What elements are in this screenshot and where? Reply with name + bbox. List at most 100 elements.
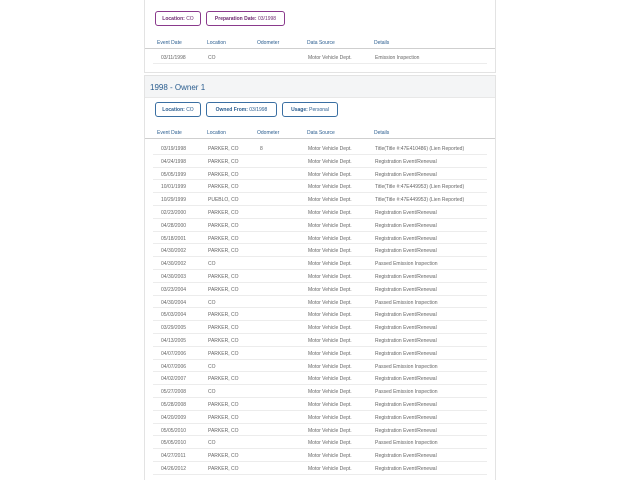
event-details: Passed Emission Inspection: [375, 261, 438, 268]
event-date: 04/20/2009: [161, 414, 187, 421]
event-details: Registration Event/Renewal: [375, 286, 437, 293]
event-date: 03/11/1998: [161, 55, 186, 61]
event-details: Registration Event/Renewal: [375, 222, 437, 229]
event-data-source: Motor Vehicle Dept.: [308, 286, 352, 293]
event-data-source: Motor Vehicle Dept.: [308, 248, 352, 255]
event-date: 04/28/2000: [161, 222, 187, 229]
event-location: PARKER, CO: [208, 248, 239, 255]
column-details[interactable]: Details: [374, 130, 389, 136]
event-data-source: Motor Vehicle Dept.: [308, 222, 352, 229]
event-data-source: Motor Vehicle Dept.: [308, 427, 352, 434]
table-row: 04/26/2012 PARKER, CO Motor Vehicle Dept. R…: [153, 462, 487, 475]
table-row: 04/28/2000 PARKER, CO Motor Vehicle Dept. R…: [153, 219, 487, 232]
chip-label: Location:: [162, 15, 185, 22]
table-row: 05/27/2008 CO Motor Vehicle Dept. Passed Em…: [153, 385, 487, 398]
event-data-source: Motor Vehicle Dept.: [308, 338, 352, 344]
event-location: PARKER, CO: [208, 376, 239, 383]
column-event-date[interactable]: Event Date: [157, 40, 182, 46]
table-row: 05/28/2008 PARKER, CO Motor Vehicle Dept. R…: [153, 398, 487, 411]
table-row: 04/30/2004 CO Motor Vehicle Dept. Passed Em…: [153, 296, 487, 309]
event-date: 10/29/1999: [161, 197, 187, 204]
event-details: Registration Event/Renewal: [375, 312, 437, 319]
table-header: Event Date Location Odometer Data Source…: [145, 38, 495, 49]
event-date: 03/23/2004: [161, 286, 187, 293]
location-chip[interactable]: Location: CO: [155, 11, 201, 26]
event-data-source: Motor Vehicle Dept.: [308, 210, 352, 216]
event-data-source: Motor Vehicle Dept.: [308, 350, 352, 357]
event-location: PUEBLO, CO: [208, 197, 239, 204]
event-date: 04/26/2012: [161, 466, 187, 472]
event-details: Passed Emission Inspection: [375, 389, 438, 396]
chip-value: CO: [186, 15, 194, 22]
event-location: PARKER, CO: [208, 338, 239, 344]
table-row: 04/30/2003 PARKER, CO Motor Vehicle Dept. R…: [153, 270, 487, 283]
event-data-source: Motor Vehicle Dept.: [308, 312, 352, 319]
event-location: PARKER, CO: [208, 146, 239, 152]
event-data-source: Motor Vehicle Dept.: [308, 440, 352, 447]
event-data-source: Motor Vehicle Dept.: [308, 158, 352, 165]
previous-owner-card: Location: CO Preparation Date: 03/1998 E…: [144, 0, 496, 73]
table-header: Event Date Location Odometer Data Source…: [145, 128, 495, 139]
table-row: 05/05/2010 PARKER, CO Motor Vehicle Dept. R…: [153, 424, 487, 437]
location-chip[interactable]: Location: CO: [155, 102, 201, 117]
usage-chip[interactable]: Usage: Personal: [282, 102, 338, 117]
event-location: PARKER, CO: [208, 350, 239, 357]
event-date: 05/05/2010: [161, 427, 187, 434]
event-date: 05/27/2008: [161, 389, 187, 396]
chip-value: 03/1998: [258, 15, 277, 22]
column-data-source[interactable]: Data Source: [307, 130, 335, 136]
event-location: PARKER, CO: [208, 312, 239, 319]
event-details: Registration Event/Renewal: [375, 350, 437, 357]
event-location: PARKER, CO: [208, 325, 239, 332]
event-location: PARKER, CO: [208, 427, 239, 434]
owner-card: 1998 - Owner 1 Location: CO Owned From: …: [144, 75, 496, 480]
owner-title: 1998 - Owner 1: [150, 83, 206, 92]
event-details: Registration Event/Renewal: [375, 325, 437, 332]
event-details: Title(Title #:47E410486) (Lien Reported): [375, 146, 465, 152]
event-date: 04/13/2005: [161, 338, 187, 344]
column-details[interactable]: Details: [374, 40, 389, 46]
event-data-source: Motor Vehicle Dept.: [308, 299, 352, 306]
column-event-date[interactable]: Event Date: [157, 130, 182, 136]
event-details: Registration Event/Renewal: [375, 466, 437, 472]
event-date: 05/05/2010: [161, 440, 187, 447]
event-data-source: Motor Vehicle Dept.: [308, 363, 352, 370]
event-location: CO: [208, 261, 216, 268]
event-location: PARKER, CO: [208, 210, 239, 216]
owned-from-chip[interactable]: Owned From: 03/1998: [206, 102, 277, 117]
column-odometer[interactable]: Odometer: [257, 40, 279, 46]
event-date: 03/29/2005: [161, 325, 187, 332]
event-details: Registration Event/Renewal: [375, 210, 437, 216]
column-data-source[interactable]: Data Source: [307, 40, 335, 46]
event-location: CO: [208, 363, 216, 370]
event-details: Registration Event/Renewal: [375, 376, 437, 383]
event-data-source: Motor Vehicle Dept.: [308, 261, 352, 268]
event-location: PARKER, CO: [208, 274, 239, 280]
column-location[interactable]: Location: [207, 40, 226, 46]
table-row: 03/11/1998 CO Motor Vehicle Dept. Emissi…: [153, 51, 487, 64]
table-row: 05/18/2001 PARKER, CO Motor Vehicle Dept. R…: [153, 232, 487, 245]
table-row: 04/02/2007 PARKER, CO Motor Vehicle Dept. R…: [153, 372, 487, 386]
event-date: 04/07/2006: [161, 363, 187, 370]
event-details: Registration Event/Renewal: [375, 158, 437, 165]
event-data-source: Motor Vehicle Dept.: [308, 146, 352, 152]
event-date: 04/30/2002: [161, 248, 187, 255]
event-location: PARKER, CO: [208, 466, 239, 472]
column-location[interactable]: Location: [207, 130, 226, 136]
event-date: 04/30/2004: [161, 299, 187, 306]
event-data-source: Motor Vehicle Dept.: [308, 171, 352, 178]
event-location: PARKER, CO: [208, 414, 239, 421]
table-row: 03/19/1998 PARKER, CO 8 Motor Vehicle Dept.…: [153, 142, 487, 155]
column-odometer[interactable]: Odometer: [257, 130, 279, 136]
preparation-date-chip[interactable]: Preparation Date: 03/1998: [206, 11, 285, 26]
event-details: Registration Event/Renewal: [375, 274, 437, 280]
chip-value: 03/1998: [249, 106, 268, 113]
table-row: 04/07/2006 PARKER, CO Motor Vehicle Dept. R…: [153, 347, 487, 360]
event-details: Title(Title #:47E449953) (Lien Reported): [375, 197, 465, 204]
table-row: 05/05/1999 PARKER, CO Motor Vehicle Dept. R…: [153, 168, 487, 181]
event-details: Registration Event/Renewal: [375, 338, 437, 344]
table-row: 04/24/1998 PARKER, CO Motor Vehicle Dept. R…: [153, 155, 487, 168]
table-row: 04/30/2002 PARKER, CO Motor Vehicle Dept. R…: [153, 244, 487, 258]
event-location: PARKER, CO: [208, 158, 239, 165]
event-details: Registration Event/Renewal: [375, 402, 437, 408]
